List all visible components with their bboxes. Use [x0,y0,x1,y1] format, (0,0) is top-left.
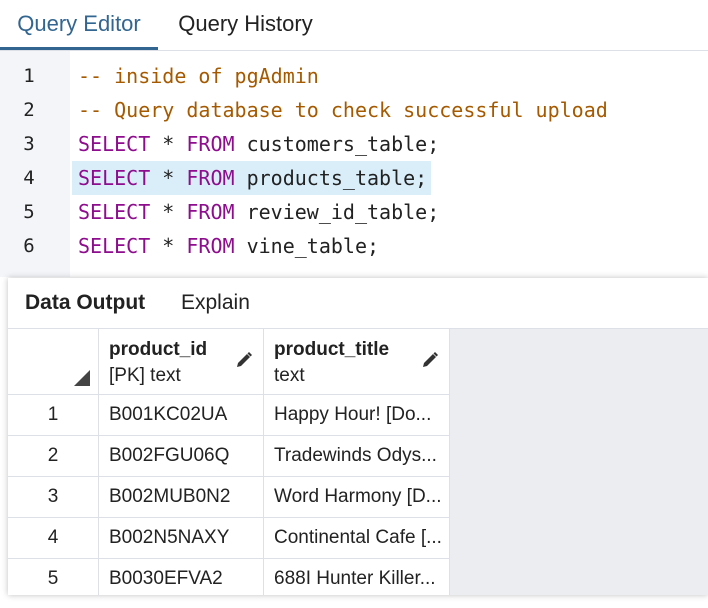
sql-keyword: SELECT [78,132,151,156]
line-number: 6 [23,235,35,257]
output-panel: Data Output Explain product_id [PK] text… [8,278,708,595]
column-header-product-id[interactable]: product_id [PK] text [99,329,264,395]
column-type: text [274,365,305,386]
cell-product-title[interactable]: Continental Cafe [... [264,518,450,559]
cell-product-title[interactable]: Tradewinds Odys... [264,436,450,477]
sql-text: * [150,132,187,156]
code-line[interactable]: -- Query database to check successful up… [72,93,608,127]
sql-text: * [150,166,187,190]
sql-text: review_id_table; [234,200,440,224]
cell-product-id[interactable]: B002N5NAXY [99,518,264,559]
edit-pencil-icon[interactable] [421,351,439,369]
column-header-product-title[interactable]: product_title text [264,329,450,395]
output-tabs: Data Output Explain [8,278,708,329]
cell-product-id[interactable]: B002FGU06Q [99,436,264,477]
tab-query-editor[interactable]: Query Editor [0,0,158,50]
sql-keyword: SELECT [78,200,151,224]
sql-text: products_table; [234,166,428,190]
sql-text: customers_table; [234,132,440,156]
grid-corner-select-all[interactable] [8,329,99,395]
cell-product-title[interactable]: Happy Hour! [Do... [264,395,450,436]
sql-keyword: FROM [186,200,235,224]
cell-product-title[interactable]: 688I Hunter Killer... [264,559,450,595]
select-all-icon [74,370,90,386]
row-number[interactable]: 2 [8,436,99,477]
line-number: 5 [23,201,35,223]
edit-pencil-icon[interactable] [235,351,253,369]
row-number[interactable]: 1 [8,395,99,436]
column-name: product_id [109,339,208,360]
row-number[interactable]: 3 [8,477,99,518]
column-name: product_title [274,339,390,360]
sql-keyword: FROM [186,132,235,156]
tab-explain[interactable]: Explain [181,278,250,328]
sql-comment: -- inside of pgAdmin [78,64,319,88]
line-number: 1 [23,65,35,87]
sql-keyword: SELECT [78,234,151,258]
cell-product-id[interactable]: B002MUB0N2 [99,477,264,518]
sql-editor[interactable]: 1 2 3 4 5 6 -- inside of pgAdmin -- Query data… [0,51,708,277]
line-number: 3 [23,133,35,155]
line-number: 4 [23,167,35,189]
sql-keyword: SELECT [78,166,151,190]
sql-text: vine_table; [234,234,380,258]
tab-query-history[interactable]: Query History [158,0,333,50]
code-line[interactable]: SELECT * FROM review_id_table; [72,195,439,229]
sql-text: * [150,234,187,258]
query-tool-tabs: Query Editor Query History [0,0,708,51]
code-line[interactable]: SELECT * FROM products_table; [72,161,432,195]
row-number[interactable]: 5 [8,559,99,595]
column-type: [PK] text [109,365,181,386]
sql-comment: -- Query database to check successful up… [78,98,608,122]
sql-text: * [150,200,187,224]
cell-product-id[interactable]: B0030EFVA2 [99,559,264,595]
sql-keyword: FROM [186,166,235,190]
cell-product-title[interactable]: Word Harmony [D... [264,477,450,518]
tab-data-output[interactable]: Data Output [25,278,145,328]
code-line[interactable]: -- inside of pgAdmin [72,59,319,93]
data-grid: product_id [PK] text product_title text … [8,329,708,595]
row-number[interactable]: 4 [8,518,99,559]
code-line[interactable]: SELECT * FROM customers_table; [72,127,439,161]
line-number: 2 [23,99,35,121]
sql-keyword: FROM [186,234,235,258]
cell-product-id[interactable]: B001KC02UA [99,395,264,436]
line-number-gutter: 1 2 3 4 5 6 [0,51,70,277]
code-line[interactable]: SELECT * FROM vine_table; [72,229,379,263]
